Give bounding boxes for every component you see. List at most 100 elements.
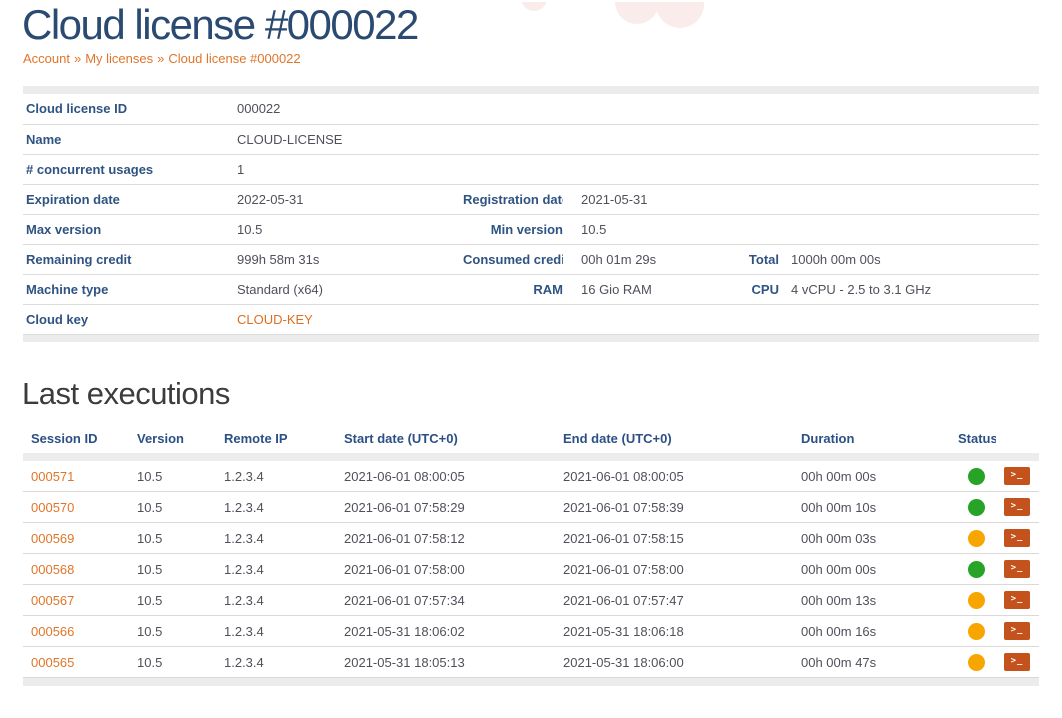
duration-cell: 00h 00m 47s bbox=[793, 647, 950, 678]
column-header-duration: Duration bbox=[793, 425, 950, 453]
table-bottom-bar bbox=[23, 678, 1039, 686]
version-cell: 10.5 bbox=[129, 523, 216, 554]
table-top-bar bbox=[23, 86, 1039, 94]
start-date-cell: 2021-06-01 07:58:12 bbox=[336, 523, 555, 554]
remote-ip-cell: 1.2.3.4 bbox=[216, 461, 336, 492]
detail-row-concurrent-usages: # concurrent usages 1 bbox=[23, 154, 1039, 184]
executions-header-row: Session ID Version Remote IP Start date … bbox=[23, 425, 1039, 453]
console-icon[interactable]: >_ bbox=[1004, 467, 1030, 485]
start-date-cell: 2021-06-01 07:58:29 bbox=[336, 492, 555, 523]
remote-ip-cell: 1.2.3.4 bbox=[216, 585, 336, 616]
detail-value: 1000h 00m 00s bbox=[779, 244, 1039, 274]
duration-cell: 00h 00m 03s bbox=[793, 523, 950, 554]
duration-cell: 00h 00m 10s bbox=[793, 492, 950, 523]
detail-label: Total bbox=[745, 244, 779, 274]
detail-value: 4 vCPU - 2.5 to 3.1 GHz bbox=[779, 274, 1039, 304]
detail-label: Consumed credit bbox=[463, 244, 563, 274]
breadcrumb-cloud-license[interactable]: Cloud license #000022 bbox=[168, 51, 300, 66]
detail-label: Machine type bbox=[23, 274, 229, 304]
start-date-cell: 2021-05-31 18:06:02 bbox=[336, 616, 555, 647]
cloud-key-link[interactable]: CLOUD-KEY bbox=[237, 312, 313, 327]
detail-value: 000022 bbox=[229, 94, 463, 124]
breadcrumb-separator: » bbox=[74, 51, 81, 66]
detail-value: 2022-05-31 bbox=[229, 184, 463, 214]
column-header-version: Version bbox=[129, 425, 216, 453]
detail-label: Min version bbox=[463, 214, 563, 244]
remote-ip-cell: 1.2.3.4 bbox=[216, 492, 336, 523]
end-date-cell: 2021-06-01 07:58:39 bbox=[555, 492, 793, 523]
status-indicator-icon bbox=[968, 592, 985, 609]
detail-row-credit: Remaining credit 999h 58m 31s Consumed c… bbox=[23, 244, 1039, 274]
start-date-cell: 2021-06-01 07:58:00 bbox=[336, 554, 555, 585]
execution-row: 000568 10.5 1.2.3.4 2021-06-01 07:58:00 … bbox=[23, 554, 1039, 585]
column-header-status: Status bbox=[950, 425, 996, 453]
detail-row-name: Name CLOUD-LICENSE bbox=[23, 124, 1039, 154]
end-date-cell: 2021-06-01 08:00:05 bbox=[555, 461, 793, 492]
executions-table: Session ID Version Remote IP Start date … bbox=[23, 425, 1039, 686]
version-cell: 10.5 bbox=[129, 492, 216, 523]
detail-row-cloud-license-id: Cloud license ID 000022 bbox=[23, 94, 1039, 124]
status-indicator-icon bbox=[968, 623, 985, 640]
session-id-link[interactable]: 000569 bbox=[31, 531, 74, 546]
detail-value: Standard (x64) bbox=[229, 274, 463, 304]
session-id-link[interactable]: 000566 bbox=[31, 624, 74, 639]
duration-cell: 00h 00m 13s bbox=[793, 585, 950, 616]
breadcrumb: Account » My licenses » Cloud license #00002… bbox=[23, 51, 1062, 66]
detail-label: # concurrent usages bbox=[23, 154, 229, 184]
detail-row-machine: Machine type Standard (x64) RAM 16 Gio R… bbox=[23, 274, 1039, 304]
session-id-link[interactable]: 000567 bbox=[31, 593, 74, 608]
version-cell: 10.5 bbox=[129, 616, 216, 647]
detail-label: Name bbox=[23, 124, 229, 154]
execution-row: 000566 10.5 1.2.3.4 2021-05-31 18:06:02 … bbox=[23, 616, 1039, 647]
detail-label: Remaining credit bbox=[23, 244, 229, 274]
page-title: Cloud license #000022 bbox=[22, 2, 1062, 48]
detail-label: CPU bbox=[745, 274, 779, 304]
breadcrumb-separator: » bbox=[157, 51, 164, 66]
start-date-cell: 2021-06-01 08:00:05 bbox=[336, 461, 555, 492]
console-icon[interactable]: >_ bbox=[1004, 653, 1030, 671]
end-date-cell: 2021-06-01 07:57:47 bbox=[555, 585, 793, 616]
execution-row: 000565 10.5 1.2.3.4 2021-05-31 18:05:13 … bbox=[23, 647, 1039, 678]
detail-row-versions: Max version 10.5 Min version 10.5 bbox=[23, 214, 1039, 244]
column-header-start-date: Start date (UTC+0) bbox=[336, 425, 555, 453]
duration-cell: 00h 00m 00s bbox=[793, 461, 950, 492]
console-icon[interactable]: >_ bbox=[1004, 622, 1030, 640]
section-title-last-executions: Last executions bbox=[22, 376, 1062, 412]
session-id-link[interactable]: 000570 bbox=[31, 500, 74, 515]
detail-label: Expiration date bbox=[23, 184, 229, 214]
breadcrumb-account[interactable]: Account bbox=[23, 51, 70, 66]
session-id-link[interactable]: 000568 bbox=[31, 562, 74, 577]
status-indicator-icon bbox=[968, 530, 985, 547]
console-icon[interactable]: >_ bbox=[1004, 560, 1030, 578]
remote-ip-cell: 1.2.3.4 bbox=[216, 523, 336, 554]
status-indicator-icon bbox=[968, 499, 985, 516]
detail-row-expiration-date: Expiration date 2022-05-31 Registration … bbox=[23, 184, 1039, 214]
version-cell: 10.5 bbox=[129, 554, 216, 585]
remote-ip-cell: 1.2.3.4 bbox=[216, 616, 336, 647]
detail-value: CLOUD-LICENSE bbox=[229, 124, 463, 154]
remote-ip-cell: 1.2.3.4 bbox=[216, 554, 336, 585]
remote-ip-cell: 1.2.3.4 bbox=[216, 647, 336, 678]
execution-row: 000567 10.5 1.2.3.4 2021-06-01 07:57:34 … bbox=[23, 585, 1039, 616]
breadcrumb-my-licenses[interactable]: My licenses bbox=[85, 51, 153, 66]
console-icon[interactable]: >_ bbox=[1004, 591, 1030, 609]
end-date-cell: 2021-06-01 07:58:15 bbox=[555, 523, 793, 554]
end-date-cell: 2021-06-01 07:58:00 bbox=[555, 554, 793, 585]
duration-cell: 00h 00m 00s bbox=[793, 554, 950, 585]
column-header-end-date: End date (UTC+0) bbox=[555, 425, 793, 453]
detail-value: 10.5 bbox=[229, 214, 463, 244]
detail-row-cloud-key: Cloud key CLOUD-KEY bbox=[23, 304, 1039, 334]
column-header-console bbox=[996, 425, 1039, 453]
detail-label: Registration date bbox=[463, 184, 563, 214]
license-details-table: Cloud license ID 000022 Name CLOUD-LICEN… bbox=[23, 86, 1039, 342]
console-icon[interactable]: >_ bbox=[1004, 498, 1030, 516]
detail-value: 10.5 bbox=[563, 214, 745, 244]
session-id-link[interactable]: 000571 bbox=[31, 469, 74, 484]
console-icon[interactable]: >_ bbox=[1004, 529, 1030, 547]
column-header-session-id: Session ID bbox=[23, 425, 129, 453]
table-top-bar bbox=[23, 453, 1039, 461]
version-cell: 10.5 bbox=[129, 461, 216, 492]
version-cell: 10.5 bbox=[129, 585, 216, 616]
start-date-cell: 2021-05-31 18:05:13 bbox=[336, 647, 555, 678]
session-id-link[interactable]: 000565 bbox=[31, 655, 74, 670]
